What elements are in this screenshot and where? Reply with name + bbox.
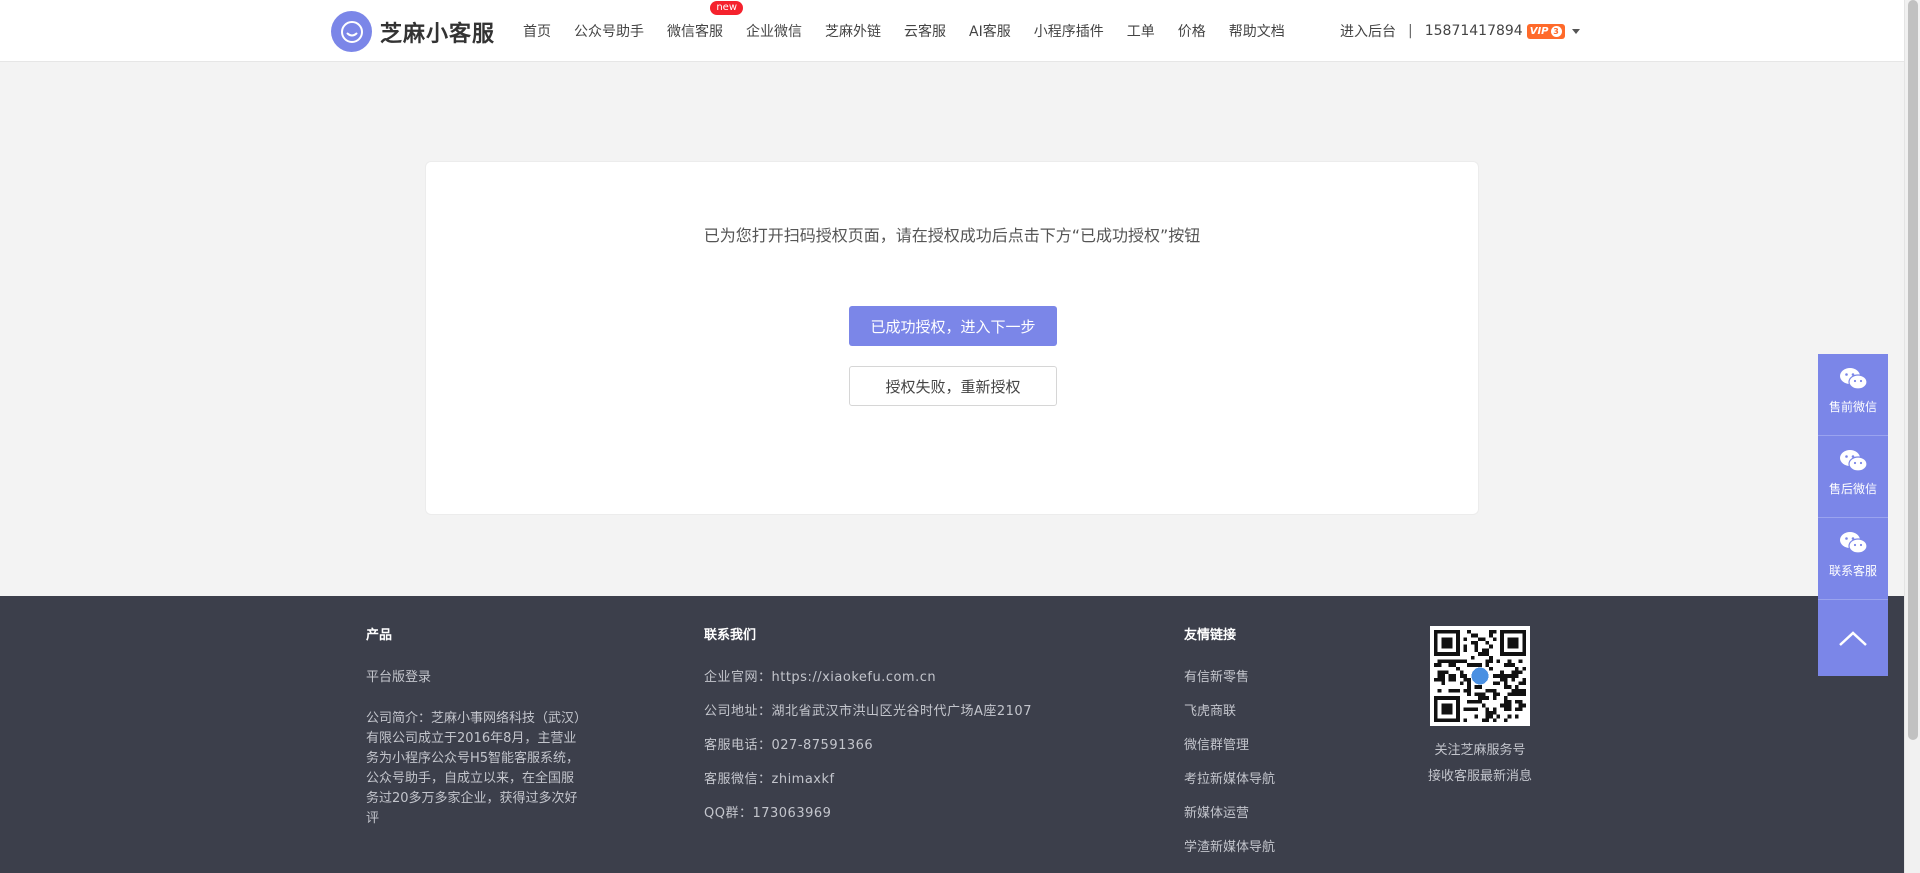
brand-logo[interactable]: 芝麻小客服 <box>331 11 495 52</box>
nav-item-tickets[interactable]: 工单 <box>1127 21 1155 41</box>
page-scrollbar[interactable] <box>1904 0 1920 873</box>
user-phone: 15871417894 <box>1424 23 1523 39</box>
nav-item-pricing[interactable]: 价格 <box>1178 21 1206 41</box>
brand-name: 芝麻小客服 <box>380 21 496 47</box>
nav-item-ai-kf[interactable]: AI客服 <box>969 21 1011 41</box>
footer-contact-title: 联系我们 <box>704 628 757 643</box>
qr-code <box>1430 626 1530 726</box>
contact-address: 公司地址：湖北省武汉市洪山区光谷时代广场A座2107 <box>704 704 1032 719</box>
wechat-icon <box>1840 532 1868 554</box>
nav-item-wechat-kf[interactable]: 微信客服 new <box>667 1 743 41</box>
platform-login-link[interactable]: 平台版登录 <box>366 669 586 687</box>
user-account-menu[interactable]: 15871417894 VIP 3 <box>1425 23 1580 39</box>
qr-caption: 关注芝麻服务号 接收客服最新消息 <box>1424 738 1536 790</box>
new-badge: new <box>710 1 743 15</box>
auth-message: 已为您打开扫码授权页面，请在授权成功后点击下方“已成功授权”按钮 <box>703 226 1201 245</box>
vip-badge: VIP 3 <box>1526 23 1565 39</box>
nav-item-miniapp-plugin[interactable]: 小程序插件 <box>1034 21 1104 41</box>
scrollbar-thumb[interactable] <box>1908 0 1918 740</box>
friend-link[interactable]: 新媒体运营 <box>1184 805 1344 823</box>
footer-product-title: 产品 <box>366 628 393 643</box>
friend-link[interactable]: 微信群管理 <box>1184 737 1344 755</box>
contact-website: 企业官网：https://xiaokefu.com.cn <box>704 670 937 685</box>
dashboard-link[interactable]: 进入后台 <box>1340 21 1396 41</box>
nav-item-home[interactable]: 首页 <box>523 21 551 41</box>
nav-item-mp-assistant[interactable]: 公众号助手 <box>574 21 644 41</box>
top-header: 芝麻小客服 首页 公众号助手 微信客服 new 企业微信 芝麻外链 云客服 AI客… <box>0 0 1904 62</box>
footer-contact-column: 联系我们 企业官网：https://xiaokefu.com.cn 公司地址：湖… <box>704 624 1104 839</box>
nav-item-zhima-links[interactable]: 芝麻外链 <box>825 21 881 41</box>
friend-link[interactable]: 飞虎商联 <box>1184 703 1344 721</box>
side-item-label: 售前微信 <box>1828 400 1877 414</box>
nav-item-label: 微信客服 <box>667 24 723 40</box>
floating-sidebar: 售前微信 售后微信 联系客服 <box>1818 354 1888 676</box>
footer-links-title: 友情链接 <box>1184 628 1237 643</box>
nav-item-help-docs[interactable]: 帮助文档 <box>1229 21 1285 41</box>
logo-icon <box>331 11 372 52</box>
auth-card: 已为您打开扫码授权页面，请在授权成功后点击下方“已成功授权”按钮 已成功授权，进… <box>425 161 1479 515</box>
company-intro: 公司简介：芝麻小事网络科技（武汉）有限公司成立于2016年8月，主营业务为小程序… <box>366 711 581 826</box>
contact-qq: QQ群：173063969 <box>704 806 832 821</box>
chevron-up-icon <box>1839 631 1867 646</box>
separator: | <box>1408 23 1413 39</box>
nav-item-cloud-kf[interactable]: 云客服 <box>904 21 946 41</box>
friend-link[interactable]: 考拉新媒体导航 <box>1184 771 1344 789</box>
vip-level: 3 <box>1550 25 1562 37</box>
contact-phone: 客服电话：027-87591366 <box>704 738 874 753</box>
wechat-icon <box>1840 368 1868 390</box>
friend-link[interactable]: 学渣新媒体导航 <box>1184 839 1344 857</box>
qr-caption-line: 接收客服最新消息 <box>1427 769 1532 784</box>
qr-block: 关注芝麻服务号 接收客服最新消息 <box>1424 626 1536 790</box>
qr-caption-line: 关注芝麻服务号 <box>1434 743 1526 758</box>
side-item-contact-support[interactable]: 联系客服 <box>1818 518 1888 600</box>
side-item-label: 售后微信 <box>1828 482 1877 496</box>
side-item-aftersales-wechat[interactable]: 售后微信 <box>1818 436 1888 518</box>
friend-link[interactable]: 有信新零售 <box>1184 669 1344 687</box>
footer: 产品 平台版登录 公司简介：芝麻小事网络科技（武汉）有限公司成立于2016年8月… <box>0 596 1904 873</box>
side-item-presales-wechat[interactable]: 售前微信 <box>1818 354 1888 436</box>
main-nav: 首页 公众号助手 微信客服 new 企业微信 芝麻外链 云客服 AI客服 小程序插… <box>523 0 1308 62</box>
vip-label: VIP <box>1529 25 1549 37</box>
footer-links-column: 友情链接 有信新零售 飞虎商联 微信群管理 考拉新媒体导航 新媒体运营 学渣新媒… <box>1184 624 1344 873</box>
user-area: 进入后台 | 15871417894 VIP 3 <box>1340 0 1580 62</box>
auth-retry-button[interactable]: 授权失败，重新授权 <box>849 366 1057 406</box>
nav-item-enterprise-wechat[interactable]: 企业微信 <box>746 21 802 41</box>
side-item-label: 联系客服 <box>1828 564 1877 578</box>
footer-product-column: 产品 平台版登录 公司简介：芝麻小事网络科技（武汉）有限公司成立于2016年8月… <box>366 624 586 829</box>
auth-success-button[interactable]: 已成功授权，进入下一步 <box>849 306 1057 346</box>
back-to-top-button[interactable] <box>1818 600 1888 676</box>
contact-wechat: 客服微信：zhimaxkf <box>704 772 835 787</box>
wechat-icon <box>1840 450 1868 472</box>
caret-down-icon <box>1571 28 1580 34</box>
